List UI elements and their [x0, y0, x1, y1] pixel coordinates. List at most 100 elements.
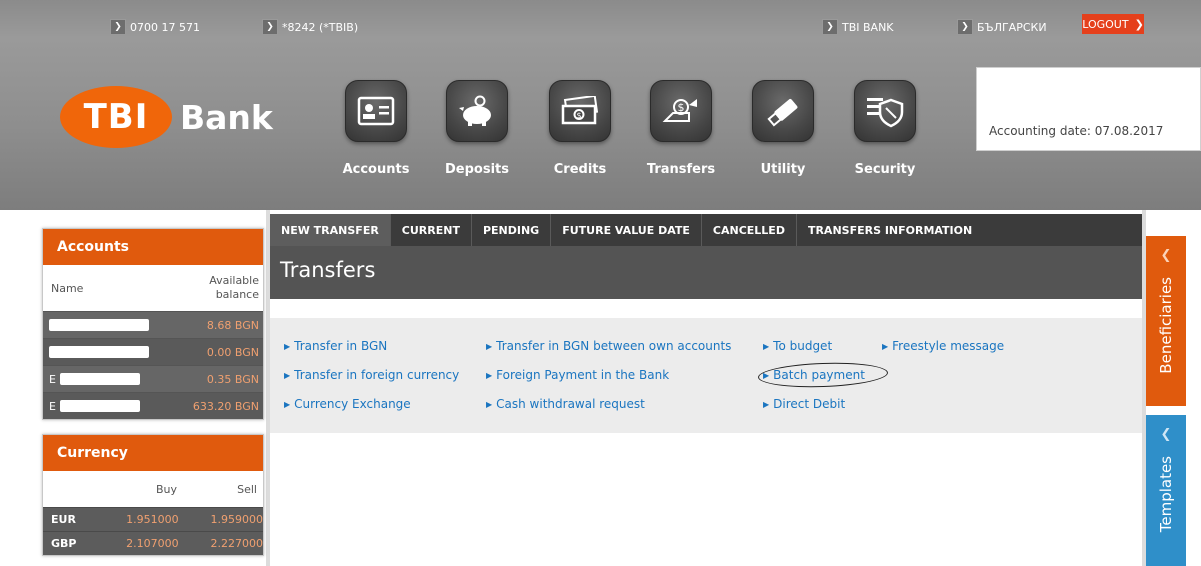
currency-header: Buy Sell	[43, 471, 263, 507]
chevron-right-icon: ❯	[1134, 17, 1144, 31]
currency-row: GBP 2.107000 2.227000	[43, 531, 263, 555]
logout-label: LOGOUT	[1082, 17, 1129, 31]
account-balance: 0.00 BGN	[206, 345, 259, 359]
account-row[interactable]: E 633.20 BGN	[43, 392, 263, 419]
column-sell: Sell	[237, 482, 257, 496]
sell-rate: 1.959000	[210, 513, 264, 526]
chevron-right-icon: ❯	[822, 19, 838, 35]
currency-code: GBP	[51, 537, 77, 550]
nav-label: Security	[854, 162, 916, 177]
nav-accounts[interactable]: Accounts	[336, 80, 416, 177]
svg-text:$: $	[678, 101, 685, 114]
sell-rate: 2.227000	[210, 537, 264, 550]
chevron-right-icon: ❯	[957, 19, 973, 35]
triangle-right-icon: ▶	[284, 342, 291, 351]
triangle-right-icon: ▶	[763, 342, 770, 351]
link-transfer-bgn-own-accounts[interactable]: ▶ Transfer in BGN between own accounts	[486, 339, 731, 353]
logo-mark: TBI	[60, 86, 172, 148]
triangle-right-icon: ▶	[284, 371, 291, 380]
templates-label: Templates	[1157, 456, 1175, 533]
tbi-bank-link[interactable]: ❯ TBI BANK	[822, 18, 894, 36]
beneficiaries-label: Beneficiaries	[1157, 277, 1175, 374]
triangle-right-icon: ▶	[882, 342, 889, 351]
link-transfer-foreign-currency[interactable]: ▶ Transfer in foreign currency	[284, 368, 459, 382]
beneficiaries-side-tab[interactable]: ❮ Beneficiaries	[1146, 236, 1186, 406]
triangle-right-icon: ▶	[486, 371, 493, 380]
money-icon: $	[549, 80, 611, 142]
nav-deposits[interactable]: Deposits	[437, 80, 517, 177]
account-row[interactable]: 8.68 BGN	[43, 311, 263, 338]
header: ❯ 0700 17 571 ❯ *8242 (*TBIB) ❯ TBI BANK…	[0, 0, 1201, 210]
link-cash-withdrawal-request[interactable]: ▶ Cash withdrawal request	[486, 397, 645, 411]
account-name-redacted	[59, 373, 140, 385]
language-label: БЪЛГАРСКИ	[977, 20, 1047, 34]
nav-security[interactable]: Security	[845, 80, 925, 177]
tab-new-transfer[interactable]: NEW TRANSFER	[270, 214, 391, 246]
link-batch-payment[interactable]: ▶ Batch payment	[763, 368, 865, 382]
link-currency-exchange[interactable]: ▶ Currency Exchange	[284, 397, 411, 411]
usb-icon	[752, 80, 814, 142]
account-row[interactable]: E 0.35 BGN	[43, 365, 263, 392]
transfer-icon: $	[650, 80, 712, 142]
tbi-bank-label: TBI BANK	[842, 20, 894, 34]
accounts-panel: Accounts Name Available balance 8.68 BGN …	[42, 228, 264, 420]
triangle-right-icon: ▶	[284, 400, 291, 409]
accounts-list: 8.68 BGN 0.00 BGN E 0.35 BGN E 633.20 BG…	[43, 311, 263, 419]
currency-panel: Currency Buy Sell EUR 1.951000 1.959000 …	[42, 434, 264, 556]
account-name-redacted	[49, 319, 149, 331]
link-freestyle-message[interactable]: ▶ Freestyle message	[882, 339, 1004, 353]
phone-link[interactable]: ❯ 0700 17 571	[110, 18, 200, 36]
accounting-date: Accounting date: 07.08.2017	[989, 124, 1164, 138]
accounts-icon	[345, 80, 407, 142]
accounts-panel-title: Accounts	[43, 229, 263, 265]
tab-pending[interactable]: PENDING	[472, 214, 552, 246]
transfer-tabs: NEW TRANSFER CURRENT PENDING FUTURE VALU…	[270, 214, 1142, 246]
column-buy: Buy	[155, 482, 177, 496]
nav-label: Credits	[553, 162, 607, 177]
chevron-right-icon: ❯	[262, 19, 278, 35]
piggy-bank-icon	[446, 80, 508, 142]
triangle-right-icon: ▶	[763, 371, 770, 380]
tab-transfers-information[interactable]: TRANSFERS INFORMATION	[797, 214, 983, 246]
nav-label: Accounts	[342, 162, 410, 177]
chevron-right-icon: ❯	[110, 19, 126, 35]
tab-future-value-date[interactable]: FUTURE VALUE DATE	[551, 214, 702, 246]
tab-current[interactable]: CURRENT	[391, 214, 472, 246]
currency-code: EUR	[51, 513, 76, 526]
user-info-box: Accounting date: 07.08.2017	[976, 67, 1201, 151]
phone-number: 0700 17 571	[130, 20, 200, 34]
link-foreign-payment-in-bank[interactable]: ▶ Foreign Payment in the Bank	[486, 368, 669, 382]
nav-label: Transfers	[646, 162, 716, 177]
tab-cancelled[interactable]: CANCELLED	[702, 214, 797, 246]
language-link[interactable]: ❯ БЪЛГАРСКИ	[957, 18, 1047, 36]
account-balance: 633.20 BGN	[192, 399, 259, 413]
nav-transfers[interactable]: $ Transfers	[641, 80, 721, 177]
nav-label: Deposits	[445, 162, 509, 177]
shortcode-number: *8242 (*TBIB)	[282, 20, 359, 34]
link-transfer-in-bgn[interactable]: ▶ Transfer in BGN	[284, 339, 387, 353]
accounts-header: Name Available balance	[43, 265, 263, 311]
nav-utility[interactable]: Utility	[743, 80, 823, 177]
triangle-right-icon: ▶	[486, 342, 493, 351]
shield-icon	[854, 80, 916, 142]
tbi-bank-logo[interactable]: TBI Bank	[60, 86, 273, 148]
link-direct-debit[interactable]: ▶ Direct Debit	[763, 397, 845, 411]
currency-row: EUR 1.951000 1.959000	[43, 507, 263, 531]
top-bar: ❯ 0700 17 571 ❯ *8242 (*TBIB) ❯ TBI BANK…	[0, 10, 1201, 36]
link-to-budget[interactable]: ▶ To budget	[763, 339, 832, 353]
account-name-redacted	[49, 346, 149, 358]
account-balance: 8.68 BGN	[206, 318, 259, 332]
account-balance: 0.35 BGN	[206, 372, 259, 386]
nav-credits[interactable]: $ Credits	[540, 80, 620, 177]
account-name-redacted	[59, 400, 140, 412]
buy-rate: 1.951000	[126, 513, 179, 526]
currency-panel-title: Currency	[43, 435, 263, 471]
logout-button[interactable]: LOGOUT ❯	[1082, 14, 1144, 34]
logo-wordmark: Bank	[180, 97, 273, 137]
account-name: E	[49, 372, 56, 386]
triangle-right-icon: ▶	[486, 400, 493, 409]
chevron-left-icon: ❮	[1160, 248, 1172, 263]
account-row[interactable]: 0.00 BGN	[43, 338, 263, 365]
templates-side-tab[interactable]: ❮ Templates	[1146, 415, 1186, 566]
shortcode-link[interactable]: ❯ *8242 (*TBIB)	[262, 18, 358, 36]
